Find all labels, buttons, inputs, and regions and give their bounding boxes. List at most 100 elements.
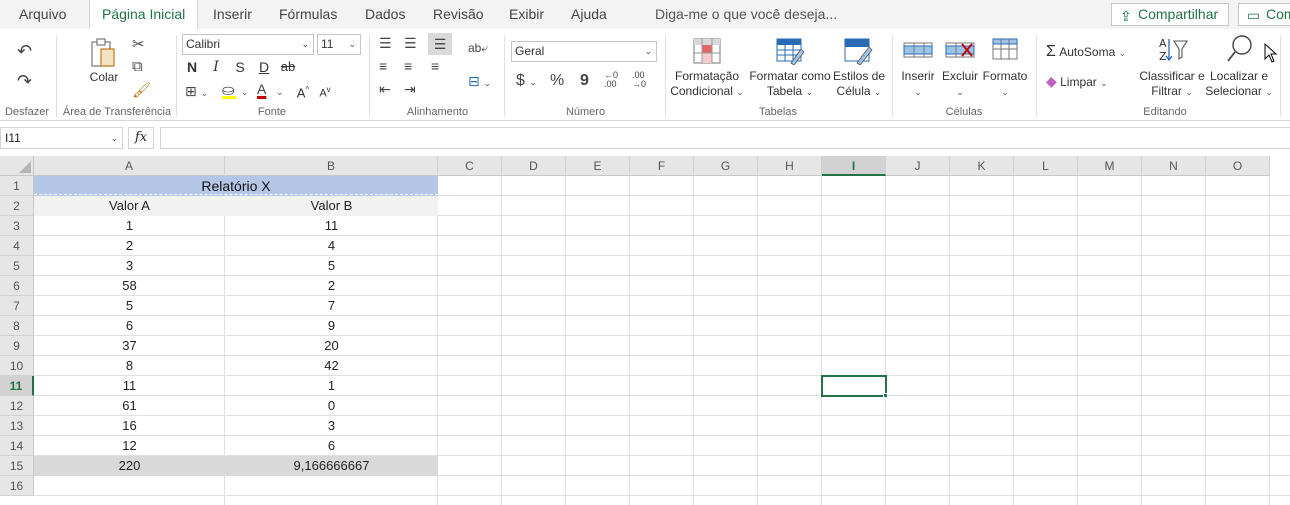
format-cells-button[interactable]: Formato ⌄ (982, 69, 1028, 100)
delete-cells-icon[interactable] (944, 37, 976, 66)
underline-button[interactable]: D (254, 57, 274, 77)
tab-formulas[interactable]: Fórmulas (277, 0, 339, 29)
chevron-down-icon[interactable]: ⌄ (276, 84, 284, 98)
total-cell-b[interactable]: 9,166666667 (225, 456, 438, 476)
insert-function-button[interactable]: fx (128, 127, 154, 149)
tab-dados[interactable]: Dados (363, 0, 407, 29)
sort-filter-icon[interactable]: A Z (1157, 35, 1189, 66)
copy-icon[interactable]: ⧉ (132, 58, 143, 75)
tab-exibir[interactable]: Exibir (507, 0, 546, 29)
cut-icon[interactable]: ✂ (132, 35, 145, 53)
strikethrough-s-button[interactable]: S (230, 57, 250, 77)
column-header-b[interactable]: B (225, 156, 438, 176)
align-bottom-icon[interactable]: ☰ (428, 33, 452, 55)
row-header-7[interactable]: 7 (0, 296, 34, 316)
data-cell-a[interactable]: 8 (34, 356, 225, 376)
row-header-3[interactable]: 3 (0, 216, 34, 236)
data-cell-a[interactable]: 3 (34, 256, 225, 276)
font-size-select[interactable]: 11 ⌄ (317, 34, 361, 55)
data-cell-a[interactable]: 61 (34, 396, 225, 416)
chevron-down-icon[interactable]: ⌄ (241, 84, 249, 98)
borders-icon[interactable]: ⊞ ⌄ (185, 83, 208, 100)
row-header-12[interactable]: 12 (0, 396, 34, 416)
data-cell-b[interactable]: 3 (225, 416, 438, 436)
data-cell-b[interactable]: 1 (225, 376, 438, 396)
italic-button[interactable]: I (206, 57, 226, 77)
row-header-11[interactable]: 11 (0, 376, 34, 396)
column-header-m[interactable]: M (1078, 156, 1142, 176)
column-header-i[interactable]: I (822, 156, 886, 176)
tab-arquivo[interactable]: Arquivo (17, 0, 68, 29)
column-header-n[interactable]: N (1142, 156, 1206, 176)
format-as-table-icon[interactable] (775, 37, 805, 68)
cell-styles-icon[interactable] (843, 37, 873, 68)
row-header-15[interactable]: 15 (0, 456, 34, 476)
row-header-8[interactable]: 8 (0, 316, 34, 336)
data-cell-a[interactable]: 1 (34, 216, 225, 236)
tab-inserir[interactable]: Inserir (211, 0, 254, 29)
tab-pagina-inicial[interactable]: Página Inicial (89, 0, 199, 30)
row-header-9[interactable]: 9 (0, 336, 34, 356)
merge-center-icon[interactable]: ⊟ ⌄ (468, 73, 491, 90)
bold-button[interactable]: N (182, 57, 202, 77)
insert-cells-icon[interactable] (902, 37, 934, 66)
row-header-10[interactable]: 10 (0, 356, 34, 376)
grow-font-button[interactable]: A^ (293, 80, 313, 100)
data-cell-b[interactable]: 2 (225, 276, 438, 296)
align-middle-icon[interactable]: ☰ (404, 35, 417, 52)
column-header-o[interactable]: O (1206, 156, 1270, 176)
header-cell-valor-a[interactable]: Valor A (34, 196, 225, 216)
data-cell-a[interactable]: 37 (34, 336, 225, 356)
column-header-g[interactable]: G (694, 156, 758, 176)
column-header-j[interactable]: J (886, 156, 950, 176)
data-cell-a[interactable]: 5 (34, 296, 225, 316)
column-header-h[interactable]: H (758, 156, 822, 176)
autosum-button[interactable]: Σ AutoSoma ⌄ (1046, 43, 1126, 61)
data-cell-a[interactable]: 12 (34, 436, 225, 456)
number-format-select[interactable]: Geral ⌄ (511, 41, 657, 62)
select-all-corner[interactable] (0, 156, 34, 176)
column-header-f[interactable]: F (630, 156, 694, 176)
strikethrough-button[interactable]: ab (278, 57, 298, 77)
tell-me-search[interactable]: Diga-me o que você deseja... (655, 0, 837, 29)
formula-input[interactable] (160, 127, 1290, 149)
currency-button[interactable]: $ ⌄ (516, 72, 537, 90)
data-cell-a[interactable]: 2 (34, 236, 225, 256)
total-cell-a[interactable]: 220 (34, 456, 225, 476)
format-painter-icon[interactable]: 🖌 (132, 81, 151, 99)
data-cell-b[interactable]: 20 (225, 336, 438, 356)
row-header-6[interactable]: 6 (0, 276, 34, 296)
comma-style-button[interactable]: 9 (580, 72, 589, 90)
percent-button[interactable]: % (550, 72, 564, 90)
conditional-formatting-button[interactable]: Formatação Condicional ⌄ (670, 69, 744, 100)
data-cell-a[interactable]: 11 (34, 376, 225, 396)
row-header-2[interactable]: 2 (0, 196, 34, 216)
tab-revisao[interactable]: Revisão (431, 0, 486, 29)
clear-button[interactable]: ◆ Limpar ⌄ (1046, 73, 1108, 90)
column-header-k[interactable]: K (950, 156, 1014, 176)
share-button[interactable]: ⇪ Compartilhar (1111, 3, 1229, 26)
row-header-5[interactable]: 5 (0, 256, 34, 276)
font-family-select[interactable]: Calibri ⌄ (182, 34, 314, 55)
data-cell-b[interactable]: 0 (225, 396, 438, 416)
align-center-icon[interactable]: ≡ (404, 58, 412, 74)
row-header-1[interactable]: 1 (0, 176, 34, 196)
align-right-icon[interactable]: ≡ (431, 58, 439, 74)
name-box[interactable]: I11 ⌄ (0, 127, 123, 149)
column-header-d[interactable]: D (502, 156, 566, 176)
data-cell-b[interactable]: 4 (225, 236, 438, 256)
wrap-text-icon[interactable]: ab⤶ (468, 41, 488, 56)
align-top-icon[interactable]: ☰ (379, 35, 392, 52)
row-header-13[interactable]: 13 (0, 416, 34, 436)
column-header-e[interactable]: E (566, 156, 630, 176)
format-as-table-button[interactable]: Formatar como Tabela ⌄ (747, 69, 833, 100)
delete-cells-button[interactable]: Excluir ⌄ (940, 69, 980, 100)
data-cell-b[interactable]: 7 (225, 296, 438, 316)
conditional-formatting-icon[interactable] (692, 37, 722, 68)
column-header-l[interactable]: L (1014, 156, 1078, 176)
shrink-font-button[interactable]: Av (315, 80, 335, 100)
increase-indent-icon[interactable]: ⇥ (404, 81, 416, 98)
data-cell-b[interactable]: 42 (225, 356, 438, 376)
fill-color-icon[interactable]: ⛀ (222, 81, 236, 99)
selected-cell[interactable] (821, 375, 887, 397)
